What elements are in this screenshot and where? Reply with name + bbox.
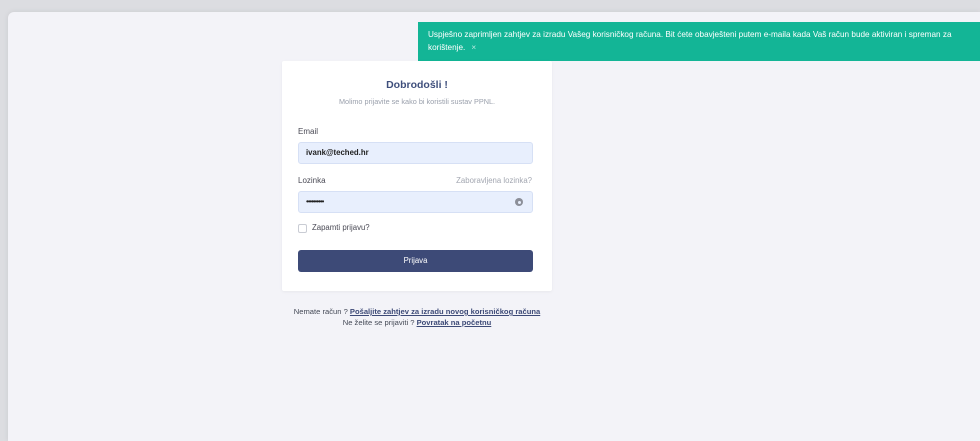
- email-field[interactable]: ivank@teched.hr: [298, 142, 533, 164]
- login-button[interactable]: Prijava: [298, 250, 533, 272]
- remember-checkbox[interactable]: [298, 224, 307, 233]
- request-account-line: Nemate račun ? Pošaljite zahtjev za izra…: [0, 307, 834, 316]
- password-value: ••••••••••: [306, 197, 324, 206]
- eye-icon[interactable]: [515, 198, 523, 206]
- toast-message: Uspješno zaprimljen zahtjev za izradu Va…: [428, 30, 952, 52]
- request-account-link[interactable]: Pošaljite zahtjev za izradu novog korisn…: [350, 307, 540, 316]
- no-account-text: Nemate račun ?: [293, 307, 350, 316]
- success-toast: Uspješno zaprimljen zahtjev za izradu Va…: [418, 22, 980, 61]
- email-label: Email: [298, 127, 319, 136]
- close-icon[interactable]: ×: [471, 42, 476, 55]
- login-title: Dobrodošli !: [386, 79, 448, 91]
- login-subtitle: Molimo prijavite se kako bi koristili su…: [338, 97, 496, 106]
- password-label: Lozinka: [298, 176, 326, 185]
- back-home-link[interactable]: Povratak na početnu: [417, 318, 492, 327]
- no-login-text: Ne želite se prijaviti ?: [342, 318, 417, 327]
- forgot-password-link[interactable]: Zaboravljena lozinka?: [456, 176, 532, 185]
- password-field[interactable]: ••••••••••: [298, 191, 533, 213]
- remember-label[interactable]: Zapamti prijavu?: [312, 223, 370, 232]
- back-home-line: Ne želite se prijaviti ? Povratak na poč…: [0, 318, 834, 327]
- login-card: Dobrodošli ! Molimo prijavite se kako bi…: [282, 61, 552, 291]
